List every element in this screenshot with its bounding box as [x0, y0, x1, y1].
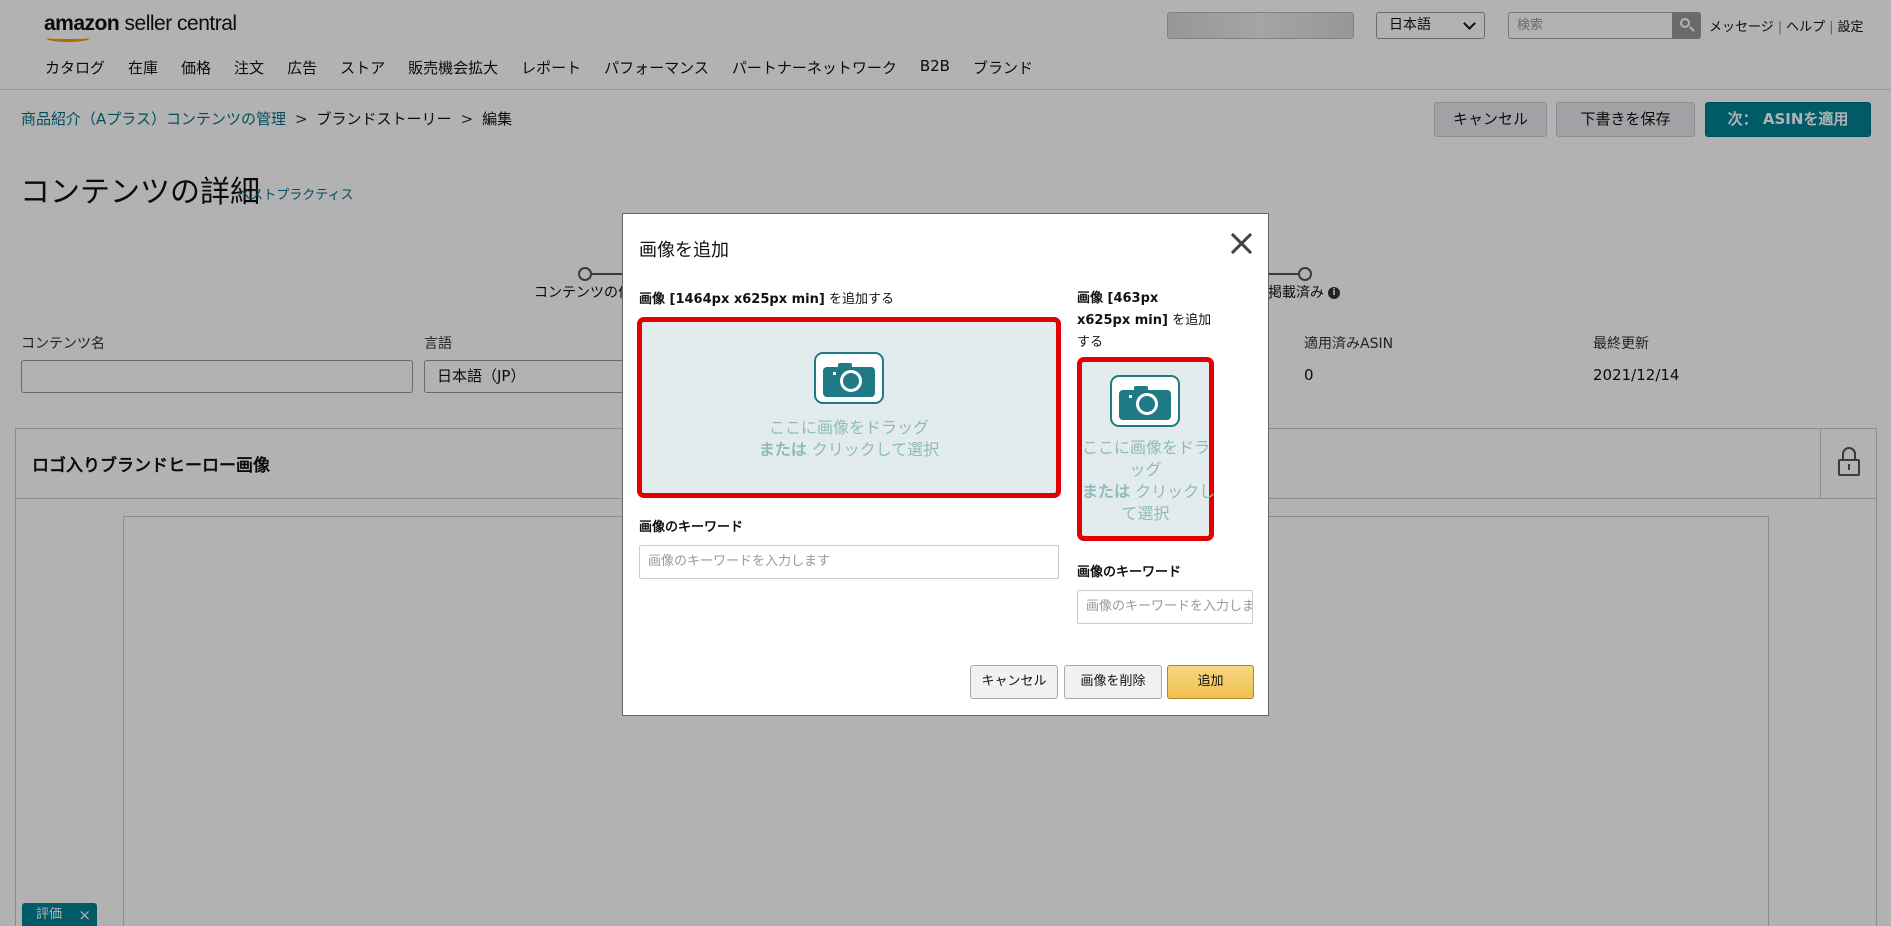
tall-image-dropzone[interactable]: ここに画像をドラ ッグ または クリックし て選択 [1077, 357, 1216, 541]
delete-image-button[interactable]: 画像を削除 [1064, 665, 1162, 699]
modal-cancel-button[interactable]: キャンセル [970, 665, 1058, 699]
wide-keyword-input[interactable]: 画像のキーワードを入力します [639, 545, 1059, 579]
wide-keyword-label: 画像のキーワード [639, 520, 744, 535]
tall-keyword-label: 画像のキーワード [1077, 565, 1182, 580]
add-image-modal: 画像を追加 画像 [1464px x625px min] を追加する ここに画像… [622, 213, 1269, 716]
add-button[interactable]: 追加 [1167, 665, 1254, 699]
tall-image-label: 画像 [463px x625px min] を追加 する [1077, 291, 1212, 350]
camera-icon [1110, 375, 1180, 427]
modal-title: 画像を追加 [639, 240, 729, 261]
wide-image-label: 画像 [1464px x625px min] を追加する [639, 292, 894, 307]
wide-dropzone-text: ここに画像をドラッグ または クリックして選択 [758, 418, 940, 459]
wide-image-dropzone[interactable]: ここに画像をドラッグ または クリックして選択 [637, 317, 1061, 498]
tall-dropzone-text: ここに画像をドラ ッグ または クリックし て選択 [1082, 438, 1216, 523]
close-icon[interactable] [1228, 230, 1254, 256]
tall-keyword-input[interactable]: 画像のキーワードを入力しま [1077, 590, 1253, 624]
camera-icon [814, 352, 884, 404]
